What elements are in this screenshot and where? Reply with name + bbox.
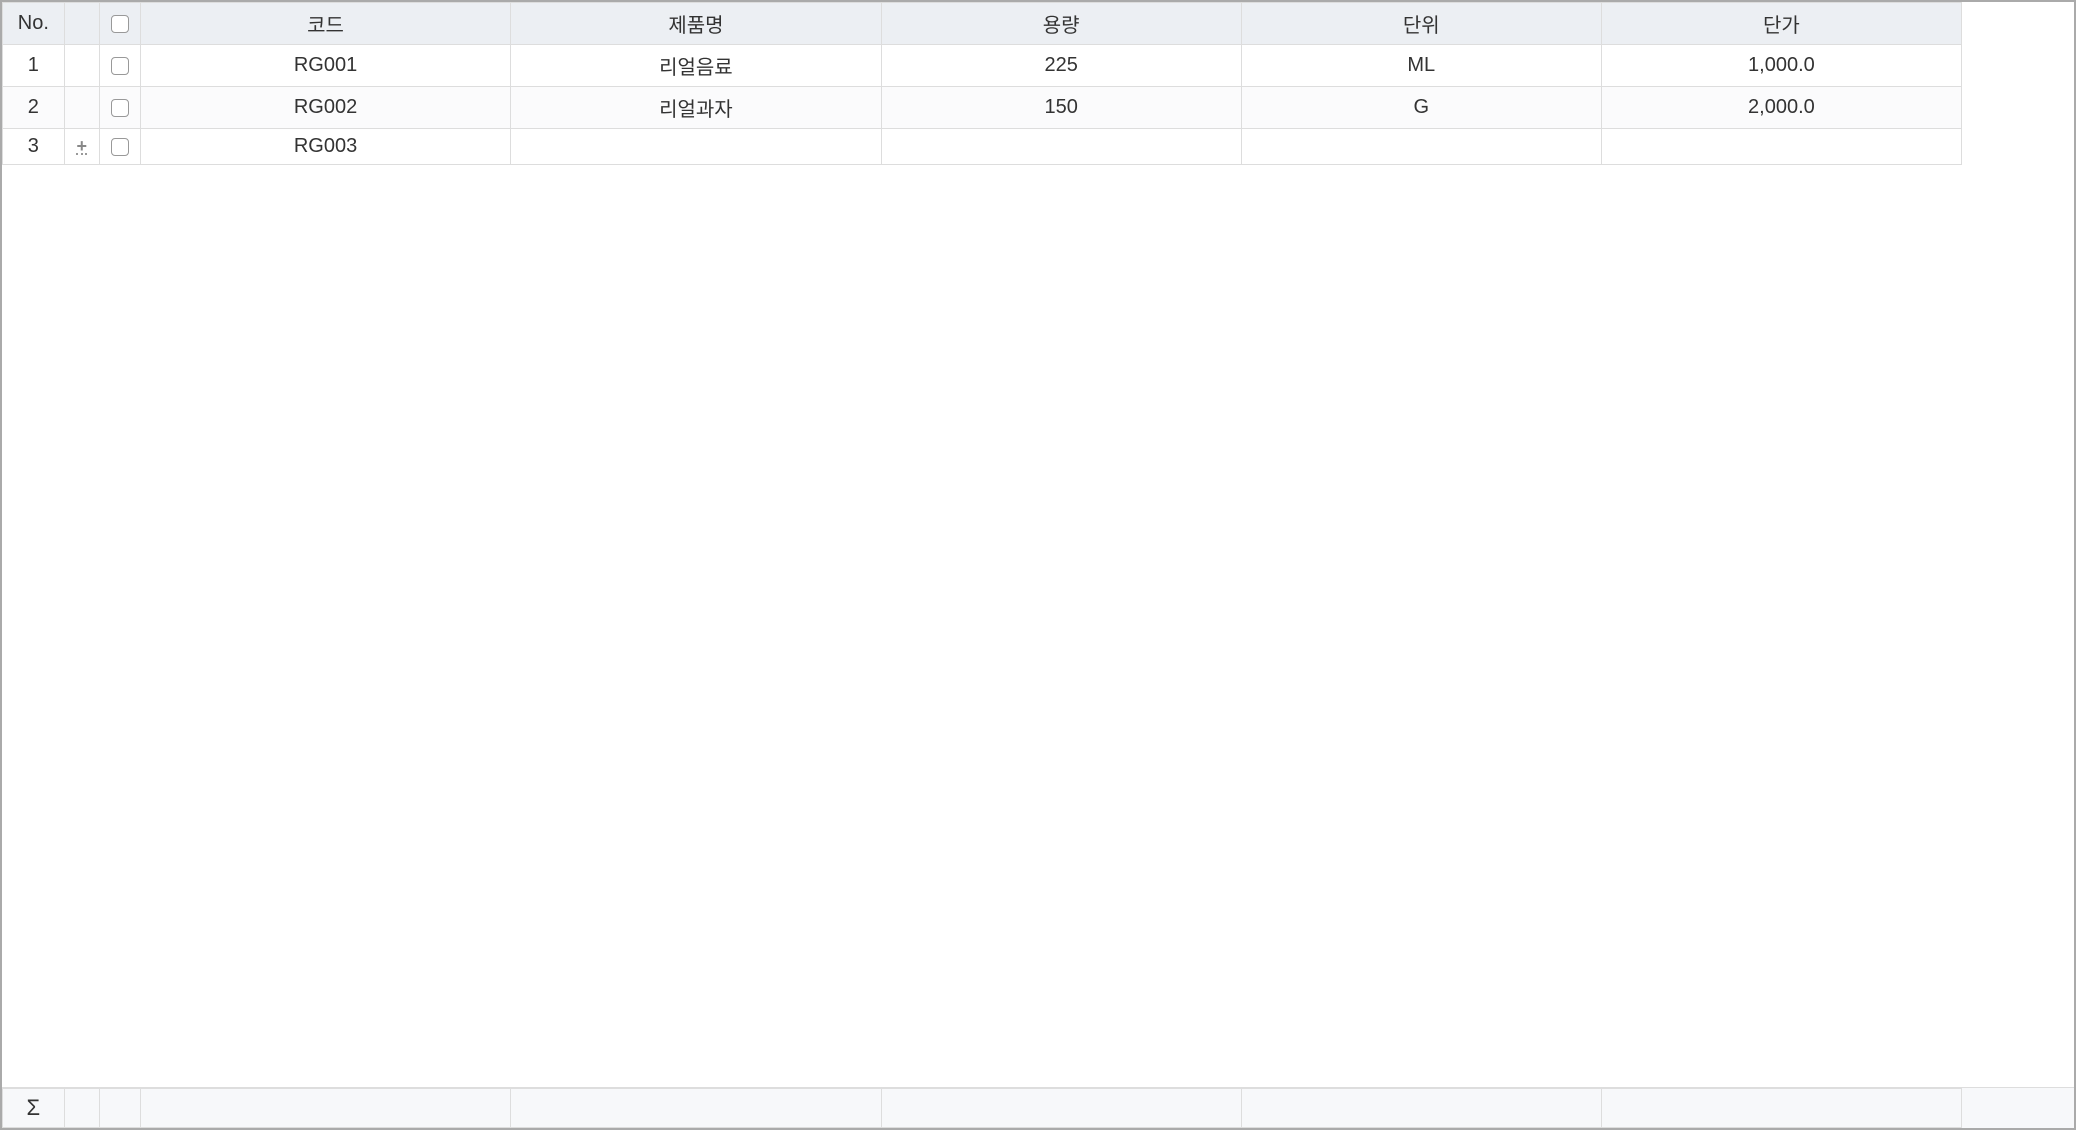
- cell-status: [64, 45, 99, 87]
- modified-row-icon: +: [76, 139, 87, 155]
- summary-grid: Σ: [2, 1088, 1962, 1128]
- table-row[interactable]: 2 RG002리얼과자150G2,000.0: [3, 87, 1962, 129]
- cell-unit[interactable]: ML: [1241, 45, 1601, 87]
- header-name[interactable]: 제품명: [511, 3, 881, 45]
- summary-row: Σ: [3, 1089, 1962, 1128]
- summary-footer: Σ: [2, 1087, 2074, 1128]
- header-price[interactable]: 단가: [1601, 3, 1961, 45]
- cell-checkbox: [99, 45, 140, 87]
- summary-status: [64, 1089, 99, 1128]
- cell-status: +: [64, 129, 99, 165]
- header-code[interactable]: 코드: [140, 3, 510, 45]
- cell-volume[interactable]: 150: [881, 87, 1241, 129]
- cell-code[interactable]: RG002: [140, 87, 510, 129]
- cell-price[interactable]: [1601, 129, 1961, 165]
- summary-unit: [1241, 1089, 1601, 1128]
- cell-price[interactable]: 2,000.0: [1601, 87, 1961, 129]
- summary-sigma: Σ: [3, 1089, 65, 1128]
- header-volume[interactable]: 용량: [881, 3, 1241, 45]
- select-all-checkbox[interactable]: [111, 15, 129, 33]
- cell-volume[interactable]: [881, 129, 1241, 165]
- header-unit[interactable]: 단위: [1241, 3, 1601, 45]
- header-row: No. 코드 제품명 용량 단위 단가: [3, 3, 1962, 45]
- row-checkbox[interactable]: [111, 99, 129, 117]
- grid-scroll-area[interactable]: No. 코드 제품명 용량 단위 단가 1 RG001리얼음료225ML1,000…: [2, 2, 2074, 1087]
- cell-no[interactable]: 3: [3, 129, 65, 165]
- summary-name: [511, 1089, 881, 1128]
- cell-name[interactable]: 리얼음료: [511, 45, 881, 87]
- cell-checkbox: [99, 129, 140, 165]
- header-status: [64, 3, 99, 45]
- cell-name[interactable]: [511, 129, 881, 165]
- cell-status: [64, 87, 99, 129]
- header-no[interactable]: No.: [3, 3, 65, 45]
- data-grid-container: No. 코드 제품명 용량 단위 단가 1 RG001리얼음료225ML1,000…: [0, 0, 2076, 1130]
- sigma-icon: Σ: [27, 1095, 41, 1120]
- table-row[interactable]: 1 RG001리얼음료225ML1,000.0: [3, 45, 1962, 87]
- summary-code: [140, 1089, 510, 1128]
- summary-check: [99, 1089, 140, 1128]
- cell-unit[interactable]: [1241, 129, 1601, 165]
- cell-name[interactable]: 리얼과자: [511, 87, 881, 129]
- cell-no[interactable]: 2: [3, 87, 65, 129]
- cell-no[interactable]: 1: [3, 45, 65, 87]
- summary-volume: [881, 1089, 1241, 1128]
- row-checkbox[interactable]: [111, 138, 129, 156]
- table-row[interactable]: 3 + RG003: [3, 129, 1962, 165]
- cell-code[interactable]: RG003: [140, 129, 510, 165]
- cell-code[interactable]: RG001: [140, 45, 510, 87]
- header-checkbox-cell: [99, 3, 140, 45]
- cell-checkbox: [99, 87, 140, 129]
- cell-unit[interactable]: G: [1241, 87, 1601, 129]
- row-checkbox[interactable]: [111, 57, 129, 75]
- cell-volume[interactable]: 225: [881, 45, 1241, 87]
- cell-price[interactable]: 1,000.0: [1601, 45, 1961, 87]
- summary-price: [1601, 1089, 1961, 1128]
- product-grid: No. 코드 제품명 용량 단위 단가 1 RG001리얼음료225ML1,000…: [2, 2, 1962, 165]
